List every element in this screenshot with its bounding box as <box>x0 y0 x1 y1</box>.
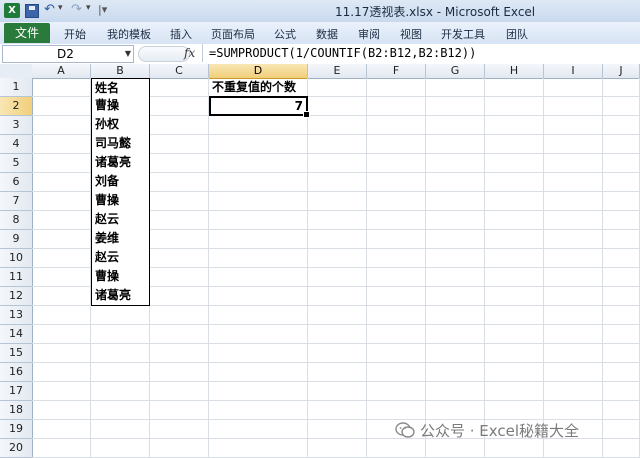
tab-file[interactable]: 文件 <box>4 23 50 43</box>
cell-b8[interactable]: 赵云 <box>91 210 150 230</box>
cell-b1[interactable]: 姓名 <box>91 78 150 97</box>
column-header-b[interactable]: B <box>91 64 150 79</box>
watermark-text: 公众号 · Excel秘籍大全 <box>420 422 580 440</box>
column-header-i[interactable]: I <box>544 64 603 79</box>
customize-quick-access-icon[interactable]: |▾ <box>98 3 107 16</box>
worksheet-grid[interactable]: A B C D E F G H I J 1 2 3 4 5 6 7 8 9 10 11 12 13 14 15 16 17 18 19 2… <box>0 64 640 458</box>
row-header-11[interactable]: 11 <box>0 268 33 287</box>
save-icon[interactable] <box>25 4 39 18</box>
tab-formulas[interactable]: 公式 <box>274 26 296 42</box>
column-header-h[interactable]: H <box>485 64 544 79</box>
tab-home[interactable]: 开始 <box>64 26 86 42</box>
tab-review[interactable]: 审阅 <box>358 26 380 42</box>
name-box-dropdown-icon[interactable]: ▼ <box>125 46 131 62</box>
row-header-16[interactable]: 16 <box>0 363 33 382</box>
column-header-e[interactable]: E <box>308 64 367 79</box>
tab-data[interactable]: 数据 <box>316 26 338 42</box>
cell-b5[interactable]: 诸葛亮 <box>91 153 150 173</box>
gridline <box>32 324 640 325</box>
cell-b2[interactable]: 曹操 <box>91 96 150 116</box>
tab-insert[interactable]: 插入 <box>170 26 192 42</box>
name-box-value: D2 <box>57 47 74 61</box>
formula-input[interactable]: =SUMPRODUCT(1/COUNTIF(B2:B12,B2:B12)) <box>202 44 640 62</box>
row-header-9[interactable]: 9 <box>0 230 33 249</box>
row-header-12[interactable]: 12 <box>0 287 33 306</box>
cell-b7[interactable]: 曹操 <box>91 191 150 211</box>
row-header-6[interactable]: 6 <box>0 173 33 192</box>
tab-my-templates[interactable]: 我的模板 <box>107 26 151 42</box>
ribbon-tabs: 文件 开始 我的模板 插入 页面布局 公式 数据 审阅 视图 开发工具 团队 <box>0 22 640 45</box>
tab-page-layout[interactable]: 页面布局 <box>211 26 255 42</box>
cell-d2-value: 7 <box>294 99 303 113</box>
tab-view[interactable]: 视图 <box>400 26 422 42</box>
formula-bar-splitter[interactable] <box>138 46 190 62</box>
row-header-7[interactable]: 7 <box>0 192 33 211</box>
column-header-g[interactable]: G <box>426 64 485 79</box>
row-header-8[interactable]: 8 <box>0 211 33 230</box>
column-header-j[interactable]: J <box>603 64 640 79</box>
undo-icon[interactable]: ↶ <box>44 2 55 17</box>
cell-b10[interactable]: 赵云 <box>91 248 150 268</box>
wechat-icon <box>395 422 415 438</box>
cell-d1[interactable]: 不重复值的个数 <box>209 78 296 96</box>
window-title: 11.17透视表.xlsx - Microsoft Excel <box>335 5 536 19</box>
select-all-corner[interactable] <box>0 64 33 79</box>
row-header-19[interactable]: 19 <box>0 420 33 439</box>
cell-b12[interactable]: 诸葛亮 <box>91 286 150 306</box>
row-header-14[interactable]: 14 <box>0 325 33 344</box>
insert-function-icon[interactable]: fx <box>184 46 195 60</box>
fill-handle[interactable] <box>303 111 310 118</box>
name-box[interactable]: D2 ▼ <box>2 45 134 63</box>
cell-b4[interactable]: 司马懿 <box>91 134 150 154</box>
row-header-17[interactable]: 17 <box>0 382 33 401</box>
tab-team[interactable]: 团队 <box>506 26 528 42</box>
gridline <box>32 343 640 344</box>
row-header-10[interactable]: 10 <box>0 249 33 268</box>
cell-b9[interactable]: 姜维 <box>91 229 150 249</box>
column-header-a[interactable]: A <box>32 64 91 79</box>
cell-b11[interactable]: 曹操 <box>91 267 150 287</box>
column-header-c[interactable]: C <box>150 64 209 79</box>
cell-b3[interactable]: 孙权 <box>91 115 150 135</box>
row-header-2[interactable]: 2 <box>0 97 33 116</box>
row-header-3[interactable]: 3 <box>0 116 33 135</box>
redo-icon[interactable]: ↷ <box>71 2 82 17</box>
row-header-20[interactable]: 20 <box>0 439 33 458</box>
gridline <box>32 381 640 382</box>
undo-dropdown-icon[interactable]: ▾ <box>58 3 63 13</box>
excel-app-icon[interactable]: X <box>4 3 20 18</box>
formula-bar: D2 ▼ fx =SUMPRODUCT(1/COUNTIF(B2:B12,B2:… <box>0 44 640 65</box>
gridline <box>32 362 640 363</box>
tab-developer[interactable]: 开发工具 <box>441 26 485 42</box>
column-header-f[interactable]: F <box>367 64 426 79</box>
row-header-18[interactable]: 18 <box>0 401 33 420</box>
title-bar: X ↶ ▾ ↷ ▾ |▾ 11.17透视表.xlsx - Microsoft E… <box>0 0 640 23</box>
gridline <box>32 400 640 401</box>
column-header-d[interactable]: D <box>209 64 308 79</box>
cell-b6[interactable]: 刘备 <box>91 172 150 192</box>
row-header-1[interactable]: 1 <box>0 78 33 97</box>
cell-d2-active[interactable]: 7 <box>209 96 310 118</box>
row-header-15[interactable]: 15 <box>0 344 33 363</box>
row-header-5[interactable]: 5 <box>0 154 33 173</box>
row-header-4[interactable]: 4 <box>0 135 33 154</box>
redo-dropdown-icon[interactable]: ▾ <box>86 3 91 13</box>
row-header-13[interactable]: 13 <box>0 306 33 325</box>
